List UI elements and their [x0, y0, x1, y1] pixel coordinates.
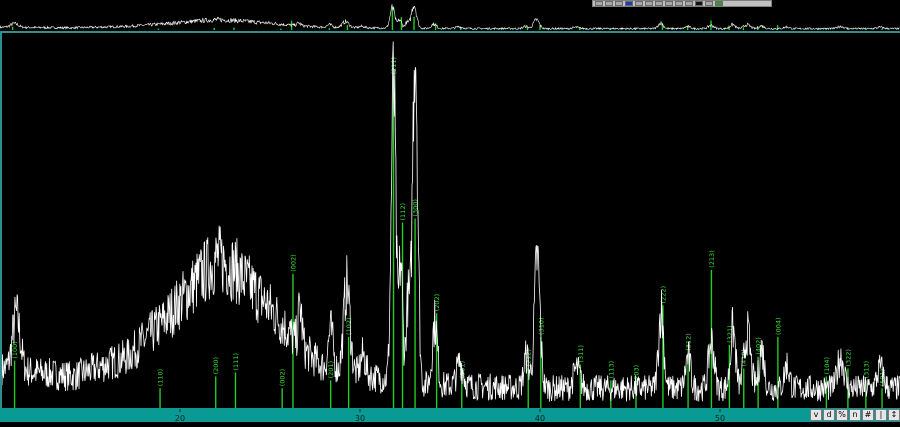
refresh-icon[interactable]: [715, 1, 723, 6]
reference-label-14: (310): [537, 317, 545, 334]
save-icon[interactable]: [695, 1, 703, 6]
reference-label-26: (322): [844, 349, 852, 366]
floating-toolbar: [592, 0, 772, 7]
export-icon[interactable]: [685, 1, 693, 6]
reference-label-8: (211): [390, 57, 398, 74]
tool-button-3[interactable]: n: [849, 409, 861, 421]
peak-icon[interactable]: [655, 1, 663, 6]
reference-label-5: (002): [289, 254, 297, 271]
scale-icon[interactable]: [645, 1, 653, 6]
main-pattern-view[interactable]: (100) (110) (200) (111) (002) (002) (201) (102)…: [1, 33, 900, 408]
color-icon[interactable]: [625, 1, 633, 6]
reference-label-7: (102): [345, 317, 353, 334]
reference-label-0: (100): [11, 341, 19, 358]
reference-label-18: (222): [659, 286, 667, 303]
select-icon[interactable]: [595, 1, 603, 6]
zoom-icon[interactable]: [605, 1, 613, 6]
reference-label-3: (111): [232, 353, 240, 370]
print-icon[interactable]: [675, 1, 683, 6]
x-axis: 20 30 40 50: [175, 409, 725, 423]
reference-label-4: (002): [279, 369, 287, 386]
view-tools: v d% n # | ↕: [810, 409, 900, 421]
grid-icon[interactable]: [635, 1, 643, 6]
stop-icon[interactable]: [705, 1, 713, 6]
reference-label-2: (200): [212, 357, 220, 374]
tool-button-5[interactable]: |: [875, 409, 887, 421]
fit-icon[interactable]: [615, 1, 623, 6]
reference-label-1: (110): [157, 369, 165, 386]
diffraction-chart: (100) (110) (200) (111) (002) (002) (201) (102)…: [1, 41, 900, 408]
reference-label-25: (104): [823, 357, 831, 374]
list-icon[interactable]: [665, 1, 673, 6]
reference-label-9: (112): [399, 203, 407, 220]
reference-label-24: (004): [774, 317, 782, 334]
tool-button-1[interactable]: d: [823, 409, 835, 421]
overview-measured-trace: [0, 3, 900, 31]
reference-label-16: (113): [607, 361, 615, 378]
measured-trace: [1, 41, 900, 402]
x-axis-bar: 20 30 40 50: [0, 408, 900, 423]
tool-button-0[interactable]: v: [810, 409, 822, 421]
tool-button-4[interactable]: #: [862, 409, 874, 421]
tool-button-6[interactable]: ↕: [888, 409, 900, 421]
tool-button-2[interactable]: %: [836, 409, 848, 421]
reference-label-6: (201): [327, 361, 335, 378]
reference-label-20: (213): [708, 250, 716, 267]
